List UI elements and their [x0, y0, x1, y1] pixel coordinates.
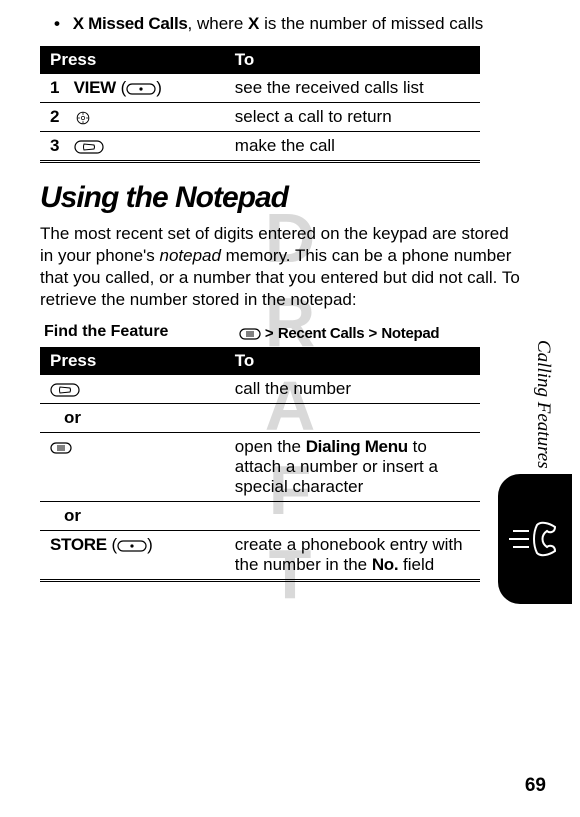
t2-r3-press: STORE ()	[40, 531, 225, 581]
send-key-icon	[50, 383, 80, 397]
t1-row2-press: 2	[40, 103, 225, 132]
page-content: • X Missed Calls, where X is the number …	[40, 0, 520, 582]
find-the-feature-label: Find the Feature	[44, 323, 234, 341]
table-missed-calls: Press To 1 VIEW () see the received call…	[40, 46, 480, 163]
th-press: Press	[40, 46, 225, 74]
t1-row3-to: make the call	[225, 132, 480, 162]
th2-press: Press	[40, 347, 225, 375]
path-notepad: Notepad	[381, 325, 439, 342]
menu-key-icon	[239, 327, 261, 341]
step-3-num: 3	[50, 136, 59, 155]
step-2-num: 2	[50, 107, 59, 126]
find-the-feature-row: Find the Feature > Recent Calls > Notepa…	[44, 323, 520, 343]
t2-r2-to: open the Dialing Menu to attach a number…	[225, 433, 480, 502]
para-em: notepad	[160, 246, 221, 265]
bullet-missed-calls: • X Missed Calls, where X is the number …	[54, 14, 520, 34]
t2-or1: or	[40, 404, 225, 433]
bullet-icon: •	[54, 14, 60, 33]
t2-r1-press	[40, 375, 225, 404]
paren-open3: (	[107, 535, 117, 554]
paren-close3: )	[147, 535, 153, 554]
table-notepad: Press To call the number or open the Dia…	[40, 347, 480, 582]
side-section-label: Calling Features	[532, 340, 554, 469]
section-using-notepad: Using the Notepad	[40, 181, 520, 215]
softkey-icon	[117, 539, 147, 553]
view-softkey-label: VIEW	[74, 78, 116, 97]
nav-key-icon	[74, 111, 92, 125]
page-number: 69	[525, 775, 546, 797]
bullet-x: X	[248, 14, 259, 33]
r2-d1: open the	[235, 437, 306, 456]
t1-row3-press: 3	[40, 132, 225, 162]
t2-or2-empty	[225, 502, 480, 531]
t2-r1-to: call the number	[225, 375, 480, 404]
bullet-rest1: , where	[188, 14, 248, 33]
step-1-num: 1	[50, 78, 59, 97]
path-recent-calls: Recent Calls	[278, 325, 364, 342]
th2-to: To	[225, 347, 480, 375]
t1-row1-to: see the received calls list	[225, 74, 480, 103]
bullet-rest2: is the number of missed calls	[259, 14, 483, 33]
t2-r2-press	[40, 433, 225, 502]
bullet-lead: X Missed Calls	[73, 14, 188, 33]
feature-path: > Recent Calls > Notepad	[239, 325, 440, 342]
store-label: STORE	[50, 535, 107, 554]
menu-key-icon	[50, 441, 72, 455]
send-key-icon	[74, 140, 104, 154]
t2-or1-empty	[225, 404, 480, 433]
t2-r3-to: create a phonebook entry with the number…	[225, 531, 480, 581]
r2-bold: Dialing Menu	[306, 437, 408, 456]
th-to: To	[225, 46, 480, 74]
r3-bold: No.	[372, 555, 398, 574]
softkey-icon	[126, 82, 156, 96]
r3-d2: field	[398, 555, 434, 574]
t1-row2-to: select a call to return	[225, 103, 480, 132]
t1-row1-press: 1 VIEW ()	[40, 74, 225, 103]
t2-or2: or	[40, 502, 225, 531]
paren-open: (	[116, 78, 126, 97]
notepad-description: The most recent set of digits entered on…	[40, 223, 520, 311]
paren-close: )	[156, 78, 162, 97]
